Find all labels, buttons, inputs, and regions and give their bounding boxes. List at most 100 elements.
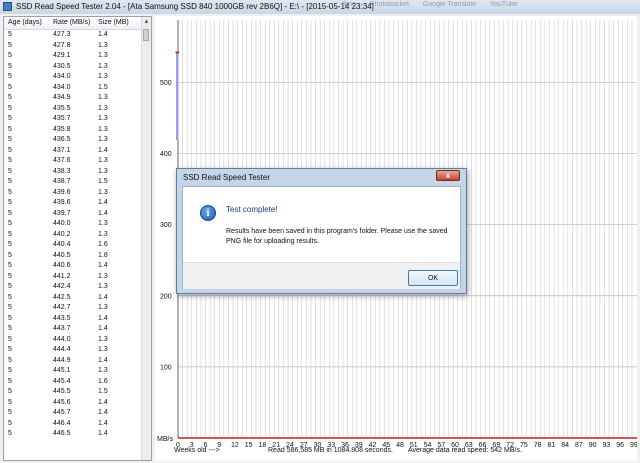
speed-bar <box>176 52 179 141</box>
list-item[interactable]: 5 443.5 1.4 <box>4 314 144 325</box>
list-item[interactable]: 5 435.5 1.3 <box>4 104 144 115</box>
list-item[interactable]: 5 440.4 1.6 <box>4 240 144 251</box>
list-item[interactable]: 5 438.3 1.3 <box>4 167 144 178</box>
list-item[interactable]: 5 435.8 1.3 <box>4 125 144 136</box>
rate-cell: 444.9 <box>53 356 71 364</box>
list-item[interactable]: 5 439.7 1.4 <box>4 209 144 220</box>
list-item[interactable]: 5 434.0 1.5 <box>4 83 144 94</box>
x-tick-label: 90 <box>589 442 597 449</box>
ok-button[interactable]: OK <box>408 270 458 286</box>
dialog-body: i Test complete! Results have been saved… <box>182 186 461 289</box>
age-cell: 5 <box>8 209 12 217</box>
age-cell: 5 <box>8 325 12 332</box>
scroll-up-icon[interactable]: ▲ <box>142 17 151 27</box>
scrollbar-thumb[interactable] <box>143 29 149 41</box>
column-header-rate[interactable]: Rate (MB/s) <box>53 19 90 26</box>
window-title: SSD Read Speed Tester 2.04 - [Ata Samsun… <box>16 2 374 11</box>
list-item[interactable]: 5 435.7 1.3 <box>4 114 144 125</box>
list-item[interactable]: 5 439.6 1.4 <box>4 198 144 209</box>
rate-cell: 443.7 <box>53 325 71 332</box>
size-cell: 1.3 <box>98 52 108 59</box>
size-cell: 1.3 <box>98 346 108 353</box>
results-list[interactable]: Age (days) Rate (MB/s) Size (MB) 5 427.3 1… <box>3 16 152 461</box>
rate-cell: 435.7 <box>53 115 71 122</box>
list-item[interactable]: 5 442.7 1.3 <box>4 303 144 314</box>
list-scrollbar[interactable]: ▲ <box>141 17 151 460</box>
x-tick-label: 15 <box>245 442 253 449</box>
rate-cell: 439.7 <box>53 209 71 217</box>
background-tab: Bing <box>342 1 357 8</box>
age-cell: 5 <box>8 367 12 374</box>
info-icon: i <box>200 205 216 221</box>
age-cell: 5 <box>8 398 12 406</box>
list-item[interactable]: 5 439.6 1.3 <box>4 188 144 199</box>
list-item[interactable]: 5 442.5 1.4 <box>4 293 144 304</box>
list-item[interactable]: 5 446.4 1.4 <box>4 419 144 430</box>
rate-cell: 438.7 <box>53 178 71 185</box>
list-item[interactable]: 5 440.0 1.3 <box>4 219 144 230</box>
list-item[interactable]: 5 445.6 1.4 <box>4 398 144 409</box>
rate-cell: 434.9 <box>53 94 71 101</box>
list-item[interactable]: 5 427.8 1.3 <box>4 41 144 52</box>
list-item[interactable]: 5 429.1 1.3 <box>4 51 144 62</box>
list-item[interactable]: 5 444.0 1.3 <box>4 335 144 346</box>
rate-cell: 434.0 <box>53 73 71 80</box>
list-item[interactable]: 5 443.7 1.4 <box>4 324 144 335</box>
test-complete-dialog: SSD Read Speed Tester x i Test complete!… <box>176 168 467 294</box>
size-cell: 1.3 <box>98 335 108 343</box>
age-cell: 5 <box>8 388 12 395</box>
list-item[interactable]: 5 436.5 1.3 <box>4 135 144 146</box>
size-cell: 1.3 <box>98 94 108 101</box>
list-item[interactable]: 5 430.5 1.3 <box>4 62 144 73</box>
list-item[interactable]: 5 445.7 1.4 <box>4 408 144 419</box>
x-tick-label: 81 <box>547 442 555 449</box>
list-item[interactable]: 5 445.5 1.5 <box>4 387 144 398</box>
list-item[interactable]: 5 438.7 1.5 <box>4 177 144 188</box>
list-item[interactable]: 5 445.1 1.3 <box>4 366 144 377</box>
list-item[interactable]: 5 437.6 1.3 <box>4 156 144 167</box>
size-cell: 1.3 <box>98 220 108 227</box>
age-cell: 5 <box>8 293 12 301</box>
list-item[interactable]: 5 440.5 1.8 <box>4 251 144 262</box>
age-cell: 5 <box>8 272 12 280</box>
list-item[interactable]: 5 444.4 1.3 <box>4 345 144 356</box>
list-item[interactable]: 5 442.4 1.3 <box>4 282 144 293</box>
list-item[interactable]: 5 440.6 1.4 <box>4 261 144 272</box>
rate-cell: 435.5 <box>53 104 71 112</box>
age-cell: 5 <box>8 251 12 259</box>
column-header-age[interactable]: Age (days) <box>8 19 42 26</box>
size-cell: 1.3 <box>98 283 108 290</box>
age-cell: 5 <box>8 73 12 80</box>
size-cell: 1.5 <box>98 178 108 185</box>
rate-cell: 441.2 <box>53 272 71 280</box>
size-cell: 1.4 <box>98 398 108 406</box>
age-cell: 5 <box>8 146 12 154</box>
list-item[interactable]: 5 437.1 1.4 <box>4 146 144 157</box>
size-cell: 1.6 <box>98 241 108 248</box>
rate-cell: 444.4 <box>53 346 71 353</box>
column-header-size[interactable]: Size (MB) <box>98 19 129 26</box>
size-cell: 1.3 <box>98 304 108 311</box>
size-cell: 1.3 <box>98 125 108 133</box>
list-item[interactable]: 5 427.3 1.4 <box>4 30 144 41</box>
age-cell: 5 <box>8 188 12 196</box>
list-item[interactable]: 5 434.0 1.3 <box>4 72 144 83</box>
size-cell: 1.4 <box>98 146 108 154</box>
x-tick-label: 48 <box>396 442 404 449</box>
list-item[interactable]: 5 444.9 1.4 <box>4 356 144 367</box>
list-item[interactable]: 5 445.4 1.6 <box>4 377 144 388</box>
background-tab: YouTube <box>490 1 518 8</box>
age-cell: 5 <box>8 52 12 59</box>
size-cell: 1.4 <box>98 325 108 332</box>
size-cell: 1.8 <box>98 251 108 259</box>
read-summary: Read 586,585 MB in 1084.808 seconds. <box>268 447 393 454</box>
close-button[interactable]: x <box>436 170 460 181</box>
list-item[interactable]: 5 446.5 1.4 <box>4 429 144 440</box>
list-item[interactable]: 5 434.9 1.3 <box>4 93 144 104</box>
list-item[interactable]: 5 441.2 1.3 <box>4 272 144 283</box>
age-cell: 5 <box>8 430 12 437</box>
list-item[interactable]: 5 440.2 1.3 <box>4 230 144 241</box>
size-cell: 1.3 <box>98 41 108 49</box>
x-tick-label: 12 <box>231 442 239 449</box>
rate-cell: 436.5 <box>53 136 71 143</box>
